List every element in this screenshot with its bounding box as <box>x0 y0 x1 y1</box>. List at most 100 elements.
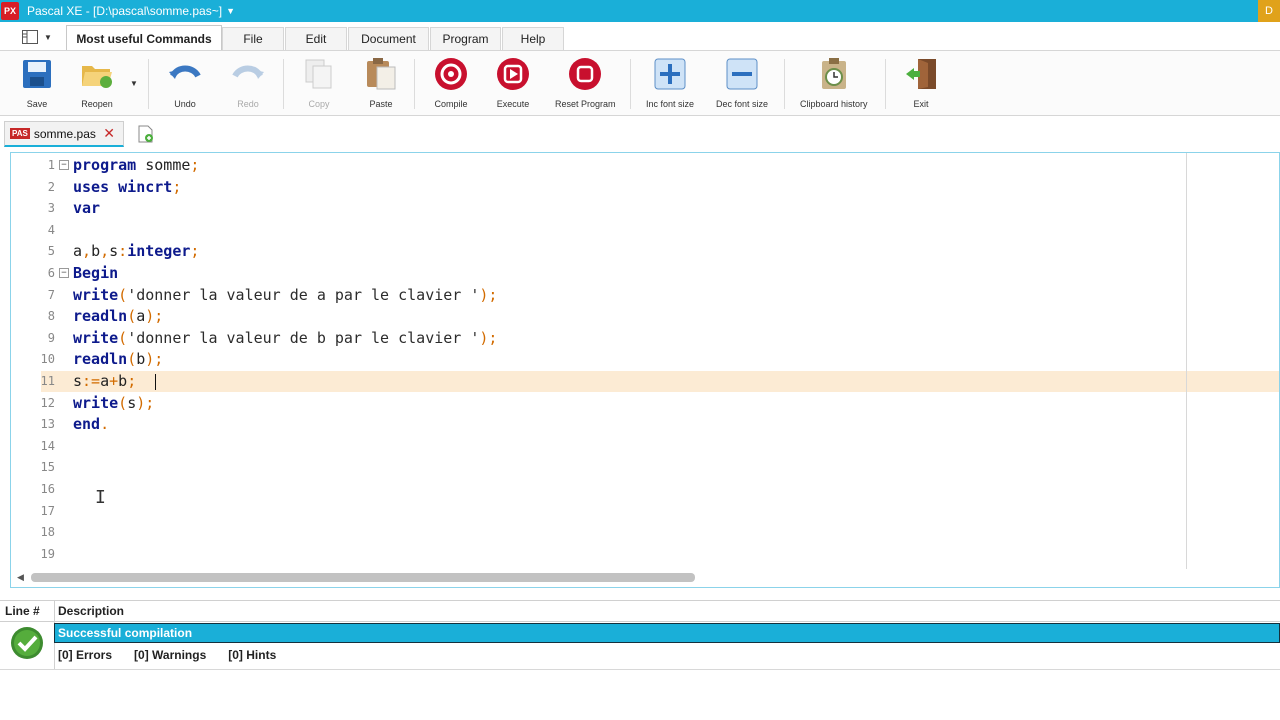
errors-count: [0] Errors <box>58 648 113 662</box>
ibeam-cursor-icon: I <box>95 487 106 508</box>
reset-program-button[interactable]: Reset Program <box>555 57 616 109</box>
exit-door-icon <box>904 57 938 91</box>
save-button[interactable]: Save <box>20 57 54 109</box>
document-tab-somme[interactable]: PAS somme.pas ✕ <box>4 121 124 147</box>
column-divider <box>54 601 55 622</box>
copy-button[interactable]: Copy <box>302 57 336 109</box>
line-number-gutter: 1 2 3 4 5 6 7 8 9 10 11 12 13 14 15 16 1… <box>11 153 69 563</box>
chevron-down-icon: ▼ <box>44 32 52 42</box>
document-tab-bar: PAS somme.pas ✕ <box>0 117 1280 151</box>
window-title: Pascal XE - [D:\pascal\somme.pas~] <box>27 4 223 18</box>
tab-edit[interactable]: Edit <box>285 27 347 50</box>
message-counts: [0] Errors [0] Warnings [0] Hints <box>58 648 276 662</box>
code-line-3: var <box>73 199 101 217</box>
corner-badge[interactable]: D <box>1258 0 1280 22</box>
column-description[interactable]: Description <box>58 604 124 618</box>
line-number: 7 <box>47 288 55 302</box>
line-number: 14 <box>40 439 55 453</box>
line-number: 10 <box>40 352 55 366</box>
play-icon <box>496 57 530 91</box>
column-line-number[interactable]: Line # <box>5 604 40 618</box>
line-number: 19 <box>40 547 55 561</box>
separator <box>414 59 415 109</box>
undo-icon <box>168 57 202 91</box>
line-number: 3 <box>47 201 55 215</box>
close-icon[interactable]: ✕ <box>103 125 115 142</box>
separator <box>283 59 284 109</box>
code-line-2: uses wincrt; <box>73 178 182 196</box>
horizontal-scrollbar[interactable]: ◀ <box>11 571 1279 585</box>
line-number: 2 <box>47 180 55 194</box>
messages-header: Line # Description <box>0 601 1280 622</box>
separator <box>630 59 631 109</box>
code-line-5: a,b,s:integer; <box>73 242 200 260</box>
copy-icon <box>302 57 336 91</box>
reopen-dropdown-icon[interactable]: ▼ <box>130 79 138 88</box>
execute-button[interactable]: Execute <box>496 57 530 109</box>
clipboard-clock-icon <box>817 57 851 91</box>
text-caret <box>155 374 156 390</box>
quick-menu-button[interactable]: ▼ <box>16 26 58 48</box>
dec-font-size-button[interactable]: Dec font size <box>716 57 768 109</box>
pascal-file-icon: PAS <box>10 128 30 139</box>
save-icon <box>20 57 54 91</box>
plus-icon <box>653 57 687 91</box>
new-document-icon[interactable] <box>138 125 154 143</box>
code-line-9: write('donner la valeur de b par le clav… <box>73 329 498 347</box>
messages-panel: Line # Description Successful compilatio… <box>0 600 1280 720</box>
line-number: 13 <box>40 417 55 431</box>
code-line-6: Begin <box>73 264 119 282</box>
tab-document[interactable]: Document <box>348 27 429 50</box>
line-number: 11 <box>40 374 55 388</box>
code-line-12: write(s); <box>73 394 155 412</box>
warnings-count: [0] Warnings <box>134 648 207 662</box>
undo-button[interactable]: Undo <box>168 57 202 109</box>
success-check-icon <box>10 626 44 660</box>
code-line-11: s:=a+b; <box>73 372 137 390</box>
stop-icon <box>568 57 602 91</box>
tab-program[interactable]: Program <box>430 27 501 50</box>
current-line-highlight <box>41 371 1279 392</box>
redo-button[interactable]: Redo <box>231 57 265 109</box>
line-number: 12 <box>40 396 55 410</box>
tab-help[interactable]: Help <box>502 27 564 50</box>
line-number: 1 <box>47 158 55 172</box>
exit-button[interactable]: Exit <box>904 57 938 109</box>
ribbon-toolbar: Save Reopen ▼ Undo Redo Copy Paste Compi… <box>0 50 1280 116</box>
line-number: 18 <box>40 525 55 539</box>
message-row-status[interactable]: Successful compilation <box>54 623 1280 643</box>
hints-count: [0] Hints <box>228 648 277 662</box>
line-number: 4 <box>47 223 55 237</box>
code-editor[interactable]: 1 2 3 4 5 6 7 8 9 10 11 12 13 14 15 16 1… <box>10 152 1280 588</box>
line-number: 9 <box>47 331 55 345</box>
code-line-1: program somme; <box>73 156 200 174</box>
fold-toggle-icon[interactable]: − <box>59 268 69 278</box>
divider <box>0 669 1280 670</box>
tab-most-useful-commands[interactable]: Most useful Commands <box>66 25 222 51</box>
code-line-13: end. <box>73 415 110 433</box>
title-bar: PX Pascal XE - [D:\pascal\somme.pas~] ▼ … <box>0 0 1280 22</box>
folder-open-icon <box>80 57 114 91</box>
line-number: 6 <box>47 266 55 280</box>
right-margin-guide <box>1186 153 1187 569</box>
reopen-button[interactable]: Reopen <box>80 57 114 109</box>
line-number: 17 <box>40 504 55 518</box>
fold-toggle-icon[interactable]: − <box>59 160 69 170</box>
line-number: 8 <box>47 309 55 323</box>
chevron-down-icon[interactable]: ▼ <box>226 6 235 16</box>
line-number: 5 <box>47 244 55 258</box>
code-line-10: readln(b); <box>73 350 164 368</box>
scroll-left-icon[interactable]: ◀ <box>17 572 24 583</box>
line-number: 15 <box>40 460 55 474</box>
clipboard-history-button[interactable]: Clipboard history <box>800 57 868 109</box>
redo-icon <box>231 57 265 91</box>
minus-icon <box>725 57 759 91</box>
code-line-7: write('donner la valeur de a par le clav… <box>73 286 498 304</box>
paste-button[interactable]: Paste <box>364 57 398 109</box>
ribbon-tab-bar: ▼ Most useful Commands File Edit Documen… <box>0 22 1280 51</box>
inc-font-size-button[interactable]: Inc font size <box>646 57 694 109</box>
tab-file[interactable]: File <box>222 27 284 50</box>
compile-button[interactable]: Compile <box>434 57 468 109</box>
separator <box>784 59 785 109</box>
scrollbar-thumb[interactable] <box>31 573 695 582</box>
